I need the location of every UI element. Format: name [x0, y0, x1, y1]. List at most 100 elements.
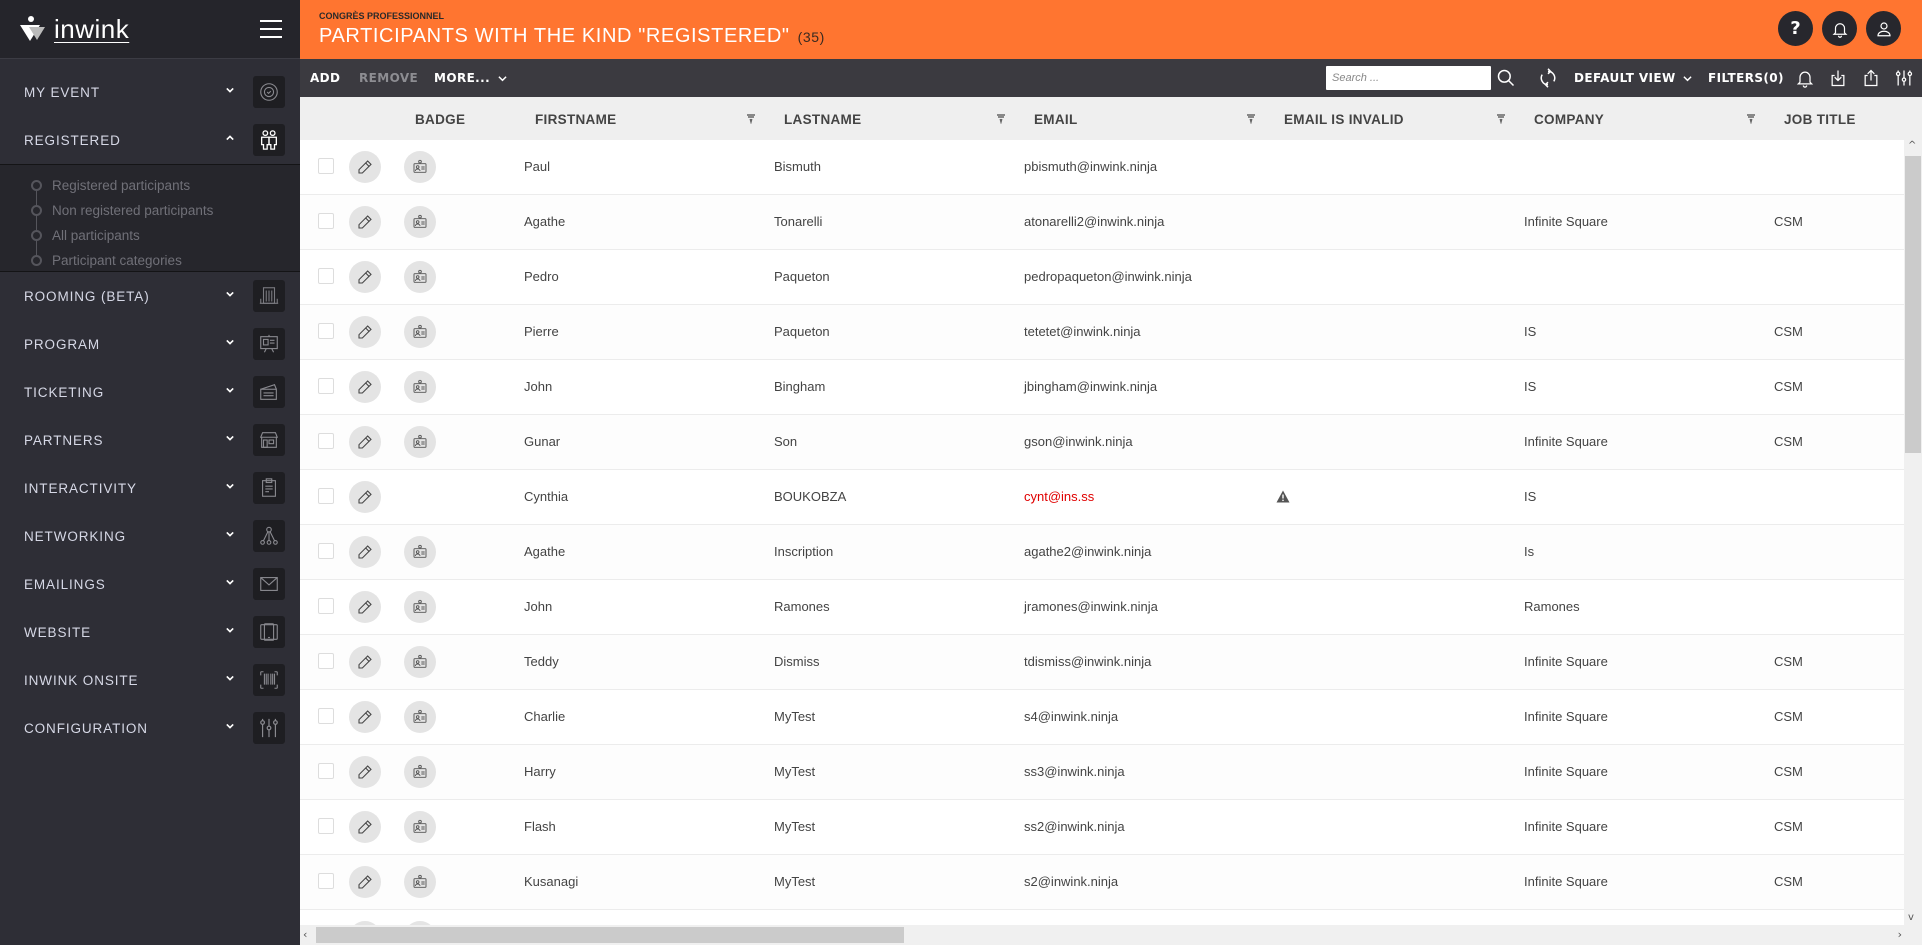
- sidebar-item-registered[interactable]: REGISTERED: [0, 116, 300, 164]
- alert-bell-icon[interactable]: [1795, 68, 1815, 88]
- sidebar-item-interactivity[interactable]: INTERACTIVITY: [0, 464, 300, 512]
- edit-button[interactable]: [349, 756, 381, 788]
- table-row[interactable]: Agathe Inscription agathe2@inwink.ninja Is: [300, 525, 1904, 580]
- badge-button[interactable]: [404, 261, 436, 293]
- row-checkbox[interactable]: [318, 708, 334, 724]
- row-checkbox[interactable]: [318, 268, 334, 284]
- row-checkbox[interactable]: [318, 763, 334, 779]
- edit-button[interactable]: [349, 701, 381, 733]
- edit-button[interactable]: [349, 151, 381, 183]
- edit-button[interactable]: [349, 206, 381, 238]
- sidebar-item-inwink-onsite[interactable]: INWINK ONSITE: [0, 656, 300, 704]
- row-checkbox[interactable]: [318, 158, 334, 174]
- column-header-firstname[interactable]: FIRSTNAME: [535, 112, 616, 127]
- edit-button[interactable]: [349, 866, 381, 898]
- edit-button[interactable]: [349, 646, 381, 678]
- chevron-down-icon[interactable]: [226, 291, 234, 299]
- row-checkbox[interactable]: [318, 598, 334, 614]
- submenu-item[interactable]: Non registered participants: [0, 198, 300, 223]
- table-row[interactable]: Charlie MyTest s4@inwink.ninja Infinite Squ…: [300, 690, 1904, 745]
- table-row[interactable]: Paul Bismuth pbismuth@inwink.ninja: [300, 140, 1904, 195]
- column-header-job-title[interactable]: JOB TITLE: [1784, 112, 1856, 127]
- table-row[interactable]: John Bingham jbingham@inwink.ninja IS CSM: [300, 360, 1904, 415]
- more-menu-button[interactable]: MORE...: [434, 71, 507, 85]
- table-row[interactable]: Harry MyTest ss3@inwink.ninja Infinite Squa…: [300, 745, 1904, 800]
- scroll-left-arrow-icon[interactable]: ‹: [303, 928, 307, 941]
- row-checkbox[interactable]: [318, 323, 334, 339]
- badge-button[interactable]: [404, 811, 436, 843]
- chevron-down-icon[interactable]: [226, 531, 234, 539]
- badge-button[interactable]: [404, 151, 436, 183]
- logo-text[interactable]: inwink: [54, 14, 129, 45]
- sidebar-item-website[interactable]: WEBSITE: [0, 608, 300, 656]
- badge-button[interactable]: [404, 316, 436, 348]
- hamburger-menu-icon[interactable]: [260, 20, 282, 38]
- badge-button[interactable]: [404, 866, 436, 898]
- scroll-down-arrow-icon[interactable]: v: [1908, 912, 1914, 923]
- badge-button[interactable]: [404, 426, 436, 458]
- sidebar-item-emailings[interactable]: EMAILINGS: [0, 560, 300, 608]
- refresh-icon[interactable]: [1538, 68, 1558, 88]
- sidebar-item-rooming-beta[interactable]: ROOMING (BETA): [0, 272, 300, 320]
- row-checkbox[interactable]: [318, 488, 334, 504]
- table-row[interactable]: Kusanagi MyTest s2@inwink.ninja Infinite Sq…: [300, 855, 1904, 910]
- column-settings-icon[interactable]: [1894, 68, 1914, 88]
- edit-button[interactable]: [349, 481, 381, 513]
- badge-button[interactable]: [404, 536, 436, 568]
- edit-button[interactable]: [349, 316, 381, 348]
- row-checkbox[interactable]: [318, 818, 334, 834]
- chevron-down-icon[interactable]: [226, 579, 234, 587]
- filter-icon[interactable]: [1746, 114, 1756, 124]
- badge-button[interactable]: [404, 756, 436, 788]
- vertical-scrollbar[interactable]: ^ v: [1904, 140, 1922, 925]
- chevron-down-icon[interactable]: [226, 627, 234, 635]
- chevron-down-icon[interactable]: [226, 87, 234, 95]
- row-checkbox[interactable]: [318, 213, 334, 229]
- table-row[interactable]: Cynthia BOUKOBZA cynt@ins.ss IS: [300, 470, 1904, 525]
- sidebar-item-ticketing[interactable]: TICKETING: [0, 368, 300, 416]
- sidebar-item-networking[interactable]: NETWORKING: [0, 512, 300, 560]
- badge-button[interactable]: [404, 646, 436, 678]
- submenu-item[interactable]: Registered participants: [0, 173, 300, 198]
- badge-button[interactable]: [404, 371, 436, 403]
- sidebar-item-my-event[interactable]: MY EVENT: [0, 68, 300, 116]
- edit-button[interactable]: [349, 591, 381, 623]
- submenu-item[interactable]: All participants: [0, 223, 300, 248]
- chevron-down-icon[interactable]: [226, 723, 234, 731]
- table-row[interactable]: Teddy Dismiss tdismiss@inwink.ninja Infinit…: [300, 635, 1904, 690]
- import-icon[interactable]: [1828, 68, 1848, 88]
- edit-button[interactable]: [349, 261, 381, 293]
- filter-icon[interactable]: [1246, 114, 1256, 124]
- row-checkbox[interactable]: [318, 653, 334, 669]
- row-checkbox[interactable]: [318, 433, 334, 449]
- column-header-lastname[interactable]: LASTNAME: [784, 112, 861, 127]
- row-checkbox[interactable]: [318, 543, 334, 559]
- edit-button[interactable]: [349, 536, 381, 568]
- badge-button[interactable]: [404, 206, 436, 238]
- horizontal-scrollbar[interactable]: ‹ ›: [300, 925, 1922, 945]
- row-checkbox[interactable]: [318, 873, 334, 889]
- chevron-down-icon[interactable]: [226, 435, 234, 443]
- scroll-up-arrow-icon[interactable]: ^: [1908, 140, 1916, 151]
- table-row[interactable]: Pierre Paqueton tetetet@inwink.ninja IS CSM: [300, 305, 1904, 360]
- filter-icon[interactable]: [996, 114, 1006, 124]
- table-row[interactable]: Gunar Son gson@inwink.ninja Infinite Square…: [300, 415, 1904, 470]
- user-profile-button[interactable]: [1866, 11, 1901, 46]
- column-header-badge[interactable]: BADGE: [415, 112, 465, 127]
- horizontal-scroll-thumb[interactable]: [316, 927, 904, 943]
- scroll-right-arrow-icon[interactable]: ›: [1898, 928, 1902, 941]
- badge-button[interactable]: [404, 591, 436, 623]
- chevron-down-icon[interactable]: [226, 387, 234, 395]
- sidebar-item-program[interactable]: PROGRAM: [0, 320, 300, 368]
- column-header-company[interactable]: COMPANY: [1534, 112, 1604, 127]
- sidebar-item-configuration[interactable]: CONFIGURATION: [0, 704, 300, 752]
- view-selector[interactable]: DEFAULT VIEW: [1574, 71, 1692, 85]
- table-row[interactable]: Agathe Tonarelli atonarelli2@inwink.ninja I…: [300, 195, 1904, 250]
- chevron-down-icon[interactable]: [226, 339, 234, 347]
- chevron-down-icon[interactable]: [226, 483, 234, 491]
- table-row[interactable]: Flash MyTest ss2@inwink.ninja Infinite Squa…: [300, 800, 1904, 855]
- filters-button[interactable]: FILTERS(0): [1708, 71, 1784, 85]
- add-button[interactable]: ADD: [310, 71, 340, 85]
- badge-button[interactable]: [404, 701, 436, 733]
- edit-button[interactable]: [349, 426, 381, 458]
